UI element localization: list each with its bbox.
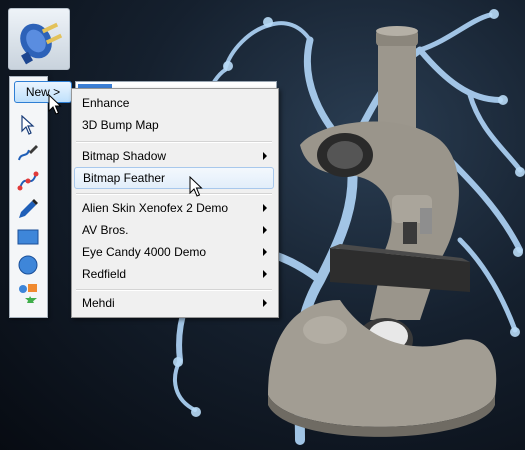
menu-separator <box>76 141 272 143</box>
menu-item-3d-bump-map[interactable]: 3D Bump Map <box>74 114 274 136</box>
submenu-arrow-icon <box>263 152 267 160</box>
submenu-arrow-icon <box>263 204 267 212</box>
menu-item-bitmap-feather[interactable]: Bitmap Feather <box>74 167 274 189</box>
menu-item-label: Alien Skin Xenofex 2 Demo <box>82 201 229 215</box>
menu-separator <box>76 289 272 291</box>
menu-item-label: Enhance <box>82 96 130 110</box>
menu-item-label: Redfield <box>82 267 127 281</box>
menu-item-redfield[interactable]: Redfield <box>74 263 274 285</box>
menu-item-bitmap-shadow[interactable]: Bitmap Shadow <box>74 145 274 167</box>
menu-item-label: AV Bros. <box>82 223 129 237</box>
rectangle-icon[interactable] <box>16 225 40 249</box>
menu-separator <box>76 193 272 195</box>
new-button[interactable]: New > <box>14 81 72 103</box>
menu-item-eye-candy-4000[interactable]: Eye Candy 4000 Demo <box>74 241 274 263</box>
submenu-arrow-icon <box>263 299 267 307</box>
menu-item-label: 3D Bump Map <box>82 118 159 132</box>
freehand-pen-icon[interactable] <box>16 141 40 165</box>
pointer-tool-icon[interactable] <box>16 113 40 137</box>
tool-palette <box>9 76 48 318</box>
ellipse-icon[interactable] <box>16 253 40 277</box>
menu-item-label: Eye Candy 4000 Demo <box>82 245 207 259</box>
menu-item-alien-skin-xenofex[interactable]: Alien Skin Xenofex 2 Demo <box>74 197 274 219</box>
bezier-node-icon[interactable] <box>16 169 40 193</box>
menu-item-label: Mehdi <box>82 296 115 310</box>
menu-item-enhance[interactable]: Enhance <box>74 92 274 114</box>
plug-icon <box>20 22 63 65</box>
submenu-arrow-icon <box>263 270 267 278</box>
menu-item-mehdi[interactable]: Mehdi <box>74 292 274 314</box>
menu-item-label: Bitmap Feather <box>83 171 166 185</box>
new-submenu: Enhance 3D Bump Map Bitmap Shadow Bitmap… <box>71 88 279 318</box>
menu-item-av-bros[interactable]: AV Bros. <box>74 219 274 241</box>
mouse-cursor-icon <box>48 94 62 115</box>
submenu-arrow-icon <box>263 248 267 256</box>
pen-draw-icon[interactable] <box>16 197 40 221</box>
plugin-app-icon[interactable] <box>8 8 70 70</box>
menu-item-label: Bitmap Shadow <box>82 149 167 163</box>
submenu-arrow-icon <box>263 226 267 234</box>
mouse-cursor-icon <box>189 176 203 197</box>
shapes-icon[interactable] <box>16 281 40 305</box>
